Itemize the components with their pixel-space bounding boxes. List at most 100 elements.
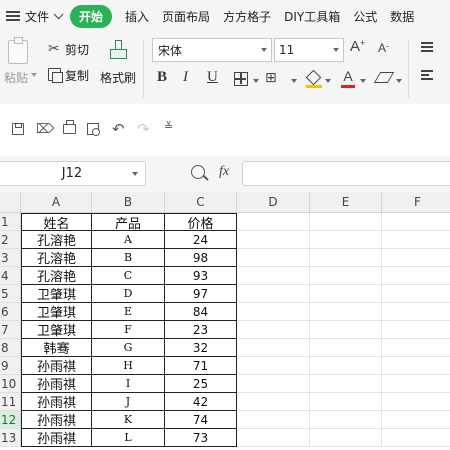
- table-cell[interactable]: 23: [165, 321, 237, 339]
- menu-tab[interactable]: 数据: [390, 8, 414, 25]
- empty-cell[interactable]: [237, 213, 310, 231]
- empty-cell[interactable]: [310, 303, 382, 321]
- empty-cell[interactable]: [237, 231, 310, 249]
- menu-tab[interactable]: 插入: [125, 8, 149, 25]
- empty-cell[interactable]: [310, 393, 382, 411]
- empty-cell[interactable]: [237, 249, 310, 267]
- empty-cell[interactable]: [382, 393, 450, 411]
- copy-icon[interactable]: [48, 68, 63, 83]
- empty-cell[interactable]: [310, 231, 382, 249]
- empty-cell[interactable]: [237, 393, 310, 411]
- empty-cell[interactable]: [382, 231, 450, 249]
- empty-cell[interactable]: [382, 321, 450, 339]
- empty-cell[interactable]: [310, 411, 382, 429]
- print-preview-icon[interactable]: [87, 123, 100, 136]
- empty-cell[interactable]: [310, 357, 382, 375]
- undo-icon[interactable]: ↶: [112, 120, 125, 138]
- bold-button[interactable]: B: [157, 69, 167, 86]
- borders-dropdown-icon[interactable]: [253, 79, 259, 83]
- fill-color-dropdown-icon[interactable]: [325, 79, 331, 83]
- fx-icon[interactable]: fx: [219, 164, 229, 180]
- empty-cell[interactable]: [237, 375, 310, 393]
- table-cell[interactable]: A: [92, 231, 165, 249]
- paste-button[interactable]: 粘贴: [4, 69, 28, 86]
- row-header[interactable]: 1: [0, 213, 21, 231]
- row-header[interactable]: 10: [0, 375, 21, 393]
- increase-font-size-button[interactable]: A+: [350, 38, 365, 55]
- empty-cell[interactable]: [382, 213, 450, 231]
- column-header[interactable]: F: [382, 192, 450, 213]
- menu-tab[interactable]: 页面布局: [162, 8, 210, 25]
- table-cell[interactable]: 73: [165, 429, 237, 447]
- merge-dropdown-icon[interactable]: [291, 79, 297, 83]
- redo-icon[interactable]: ↷: [137, 120, 150, 138]
- column-header[interactable]: D: [237, 192, 310, 213]
- align-left-icon[interactable]: [421, 70, 433, 82]
- empty-cell[interactable]: [237, 267, 310, 285]
- table-cell[interactable]: F: [92, 321, 165, 339]
- empty-cell[interactable]: [237, 411, 310, 429]
- empty-cell[interactable]: [310, 267, 382, 285]
- font-color-icon[interactable]: A: [341, 68, 355, 88]
- table-cell[interactable]: E: [92, 303, 165, 321]
- table-cell[interactable]: 25: [165, 375, 237, 393]
- table-cell[interactable]: G: [92, 339, 165, 357]
- table-cell[interactable]: D: [92, 285, 165, 303]
- menu-tab[interactable]: DIY工具箱: [284, 8, 340, 25]
- font-name-select[interactable]: 宋体: [152, 38, 272, 62]
- empty-cell[interactable]: [310, 285, 382, 303]
- empty-cell[interactable]: [382, 375, 450, 393]
- table-cell[interactable]: B: [92, 249, 165, 267]
- row-header[interactable]: 12: [0, 411, 21, 429]
- table-cell[interactable]: 韩骞: [21, 339, 92, 357]
- table-cell[interactable]: 74: [165, 411, 237, 429]
- empty-cell[interactable]: [310, 339, 382, 357]
- table-cell[interactable]: 孙雨祺: [21, 411, 92, 429]
- table-cell[interactable]: 84: [165, 303, 237, 321]
- row-header[interactable]: 5: [0, 285, 21, 303]
- row-header[interactable]: 8: [0, 339, 21, 357]
- paste-icon[interactable]: [8, 37, 28, 64]
- empty-cell[interactable]: [310, 249, 382, 267]
- save-icon[interactable]: [12, 123, 24, 135]
- table-cell[interactable]: 孔溶艳: [21, 249, 92, 267]
- paste-dropdown-icon[interactable]: [31, 73, 37, 77]
- print-icon[interactable]: [63, 120, 76, 134]
- clear-dropdown-icon[interactable]: [396, 79, 402, 83]
- empty-cell[interactable]: [310, 321, 382, 339]
- empty-cell[interactable]: [382, 249, 450, 267]
- table-header-cell[interactable]: 姓名: [21, 213, 92, 232]
- table-header-cell[interactable]: 价格: [165, 213, 237, 232]
- cut-button[interactable]: 剪切: [65, 41, 89, 58]
- column-header[interactable]: C: [165, 192, 237, 213]
- table-header-cell[interactable]: 产品: [92, 213, 165, 232]
- eraser-icon[interactable]: [373, 72, 395, 83]
- row-header[interactable]: 9: [0, 357, 21, 375]
- empty-cell[interactable]: [382, 357, 450, 375]
- table-cell[interactable]: 卫肇琪: [21, 303, 92, 321]
- row-header[interactable]: 4: [0, 267, 21, 285]
- empty-cell[interactable]: [382, 267, 450, 285]
- menu-tab[interactable]: 公式: [353, 8, 377, 25]
- format-painter-button[interactable]: 格式刷: [100, 69, 136, 86]
- table-cell[interactable]: 孙雨祺: [21, 429, 92, 447]
- row-header[interactable]: 13: [0, 429, 21, 447]
- column-header[interactable]: B: [92, 192, 165, 213]
- table-cell[interactable]: 93: [165, 267, 237, 285]
- table-cell[interactable]: 24: [165, 231, 237, 249]
- empty-cell[interactable]: [382, 339, 450, 357]
- table-cell[interactable]: 孙雨祺: [21, 357, 92, 375]
- table-cell[interactable]: 71: [165, 357, 237, 375]
- table-cell[interactable]: 32: [165, 339, 237, 357]
- empty-cell[interactable]: [382, 429, 450, 447]
- table-cell[interactable]: J: [92, 393, 165, 411]
- file-menu[interactable]: 文件: [6, 0, 64, 32]
- empty-cell[interactable]: [382, 411, 450, 429]
- empty-cell[interactable]: [237, 285, 310, 303]
- table-cell[interactable]: 孙雨祺: [21, 393, 92, 411]
- select-all-corner[interactable]: [0, 192, 21, 213]
- row-header[interactable]: 6: [0, 303, 21, 321]
- empty-cell[interactable]: [310, 213, 382, 231]
- row-header[interactable]: 3: [0, 249, 21, 267]
- empty-cell[interactable]: [310, 375, 382, 393]
